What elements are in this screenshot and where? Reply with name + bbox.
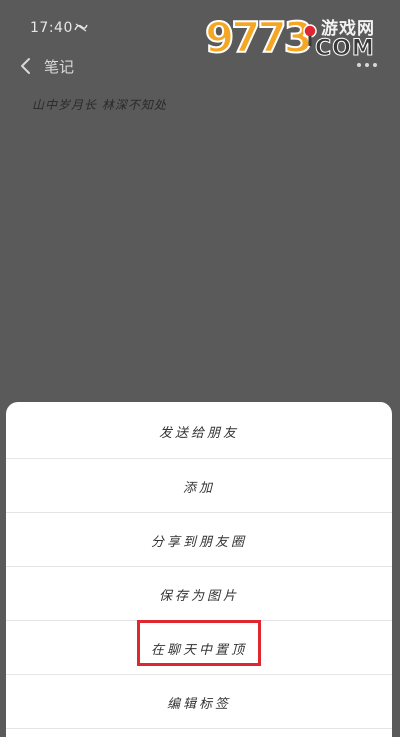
menu-item-edit-tags[interactable]: 编辑标签 [6,675,392,729]
more-dots-icon[interactable] [356,62,378,68]
note-content: 山中岁月长 林深不知处 [32,98,167,112]
highlight-annotation-box [137,620,261,666]
screen: 17:40 9773 游戏网 COM 笔记 山中岁月长 林深不知处 发送给朋友 … [0,0,400,737]
divider [6,728,392,729]
page-title: 笔记 [44,58,75,76]
back-chevron-icon[interactable] [18,56,34,76]
status-time: 17:40 [30,20,73,36]
notification-mute-icon [74,23,88,32]
menu-item-add[interactable]: 添加 [6,459,392,513]
action-sheet: 发送给朋友 添加 分享到朋友圈 保存为图片 在聊天中置顶 编辑标签 [6,402,392,737]
menu-item-share-moments[interactable]: 分享到朋友圈 [6,513,392,567]
menu-item-save-image[interactable]: 保存为图片 [6,567,392,621]
menu-item-send-to-friend[interactable]: 发送给朋友 [6,404,392,458]
nav-bar: 笔记 [0,48,400,84]
